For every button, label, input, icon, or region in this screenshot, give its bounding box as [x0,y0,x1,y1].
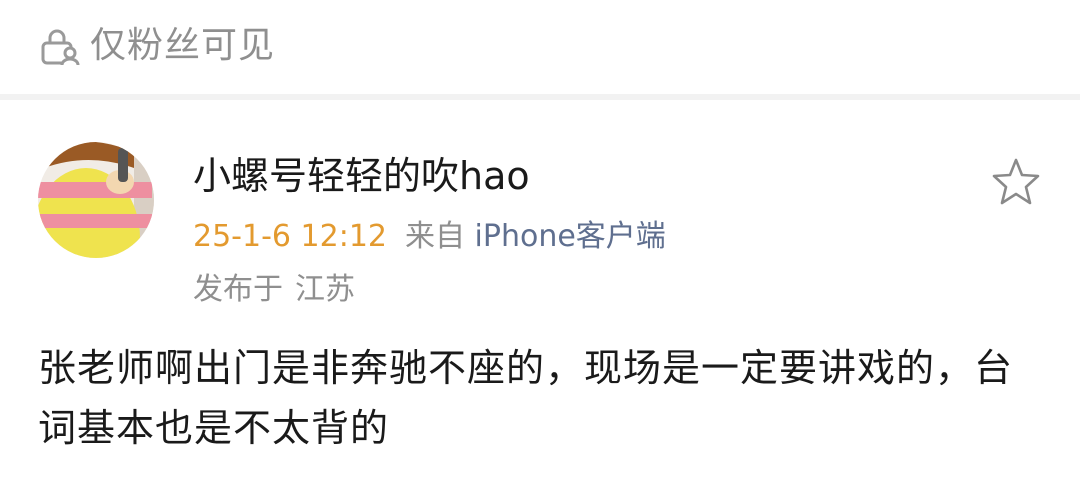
avatar[interactable] [38,142,154,258]
source-prefix: 来自 [405,219,465,254]
post-timestamp: 25-1-6 12:12 [193,219,387,254]
author-name[interactable]: 小螺号轻轻的吹hao [193,150,530,202]
avatar-image [38,142,154,258]
source-client-link[interactable]: iPhone客户端 [475,219,666,254]
visibility-label: 仅粉丝可见 [90,25,276,66]
post-meta: 25-1-6 12:12 来自 iPhone客户端 [193,215,666,259]
location-region: 江苏 [295,272,355,307]
star-outline-icon[interactable] [990,156,1042,208]
lock-people-icon [41,29,80,66]
post-text: 张老师啊出门是非奔驰不座的，现场是一定要讲戏的，台词基本也是不太背的 [38,346,1014,450]
weibo-post-screen: 仅粉丝可见 小螺号轻轻的吹hao 25-1-6 12:12 来自 iPhone客户… [0,0,1080,496]
section-divider [0,94,1080,100]
location-prefix: 发布于 [193,272,283,307]
post-location: 发布于 江苏 [193,268,355,312]
visibility-bar: 仅粉丝可见 [0,0,1080,96]
